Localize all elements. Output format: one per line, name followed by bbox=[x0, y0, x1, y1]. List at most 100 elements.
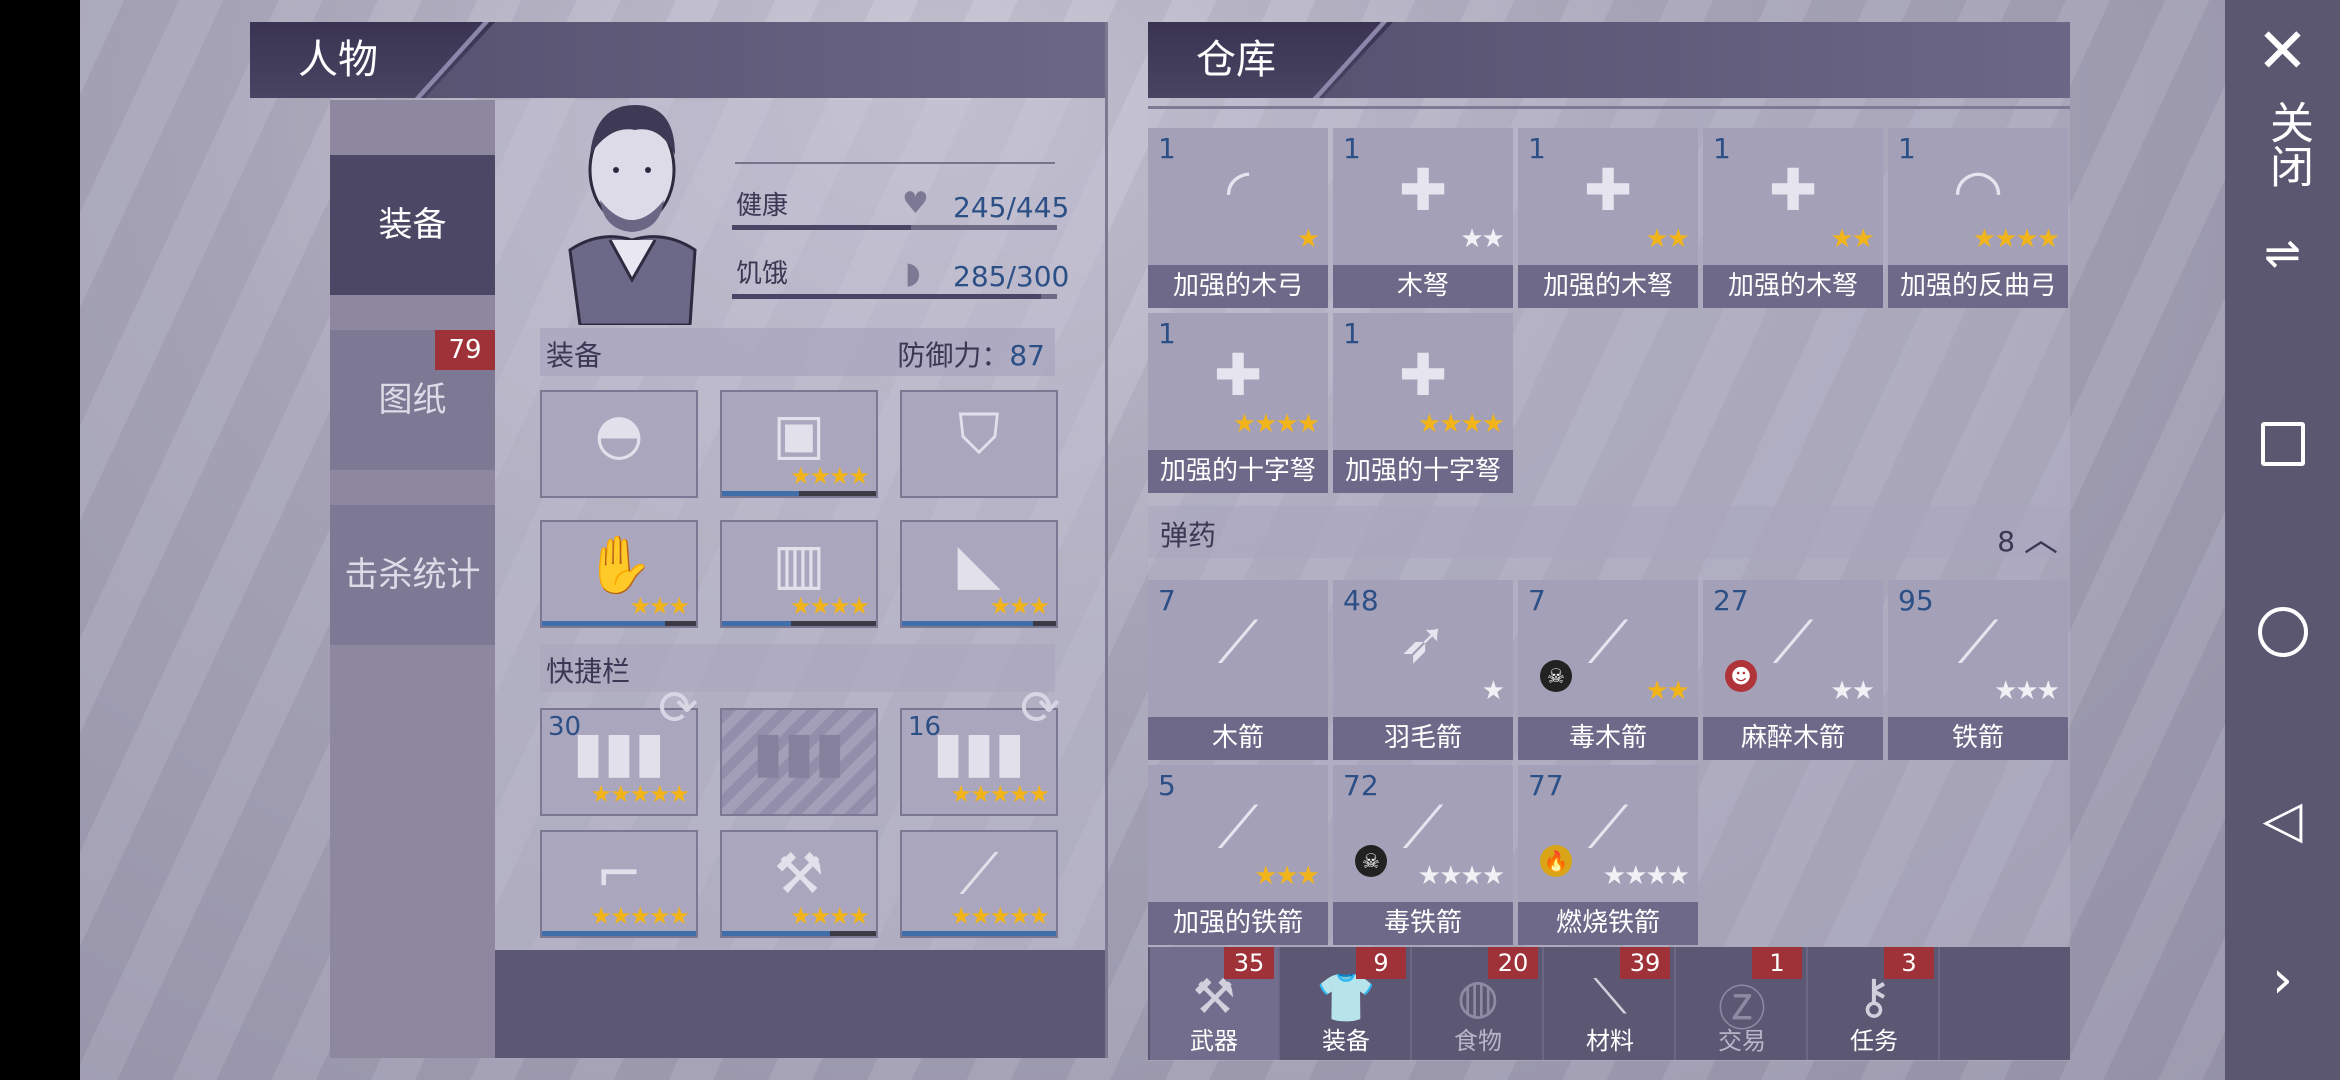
star-rating: ★ bbox=[1296, 224, 1320, 254]
health-label: 健康 bbox=[736, 191, 789, 221]
item-name: 麻醉木箭 bbox=[1703, 717, 1883, 760]
quickbar-slot[interactable]: ⚒ ★★★★ bbox=[720, 830, 878, 938]
crossbow-icon: ✚ bbox=[1768, 156, 1818, 224]
star-rating: ★★★ bbox=[1994, 676, 2060, 706]
character-title: 人物 bbox=[298, 37, 378, 83]
category-tab[interactable]: Ⓩ 1 交易 bbox=[1678, 947, 1808, 1060]
quickbar-section-bar: 快捷栏 bbox=[540, 644, 1055, 692]
equipment-slot[interactable]: ▣ ★★★★ bbox=[720, 390, 878, 498]
equipment-slot[interactable]: ◓ bbox=[540, 390, 698, 498]
ammo-count-toggle[interactable]: 8 ︿ bbox=[1997, 512, 2058, 561]
ammo-item[interactable]: 95 ⟋ ★★★ 铁箭 bbox=[1888, 580, 2068, 760]
shotgun-icon: ⟋ bbox=[959, 842, 999, 907]
chevron-right-icon[interactable]: › bbox=[2225, 950, 2340, 1010]
item-name: 木弩 bbox=[1333, 265, 1513, 308]
star-rating: ★★★★ bbox=[1232, 409, 1320, 439]
ammo-item[interactable]: 77 ⟋ 🔥 ★★★★ 燃烧铁箭 bbox=[1518, 765, 1698, 945]
swap-icon[interactable]: ⟳ bbox=[1020, 680, 1060, 736]
boots-icon: ◣ bbox=[957, 532, 1001, 597]
jacket-icon: ⛉ bbox=[958, 402, 1000, 467]
item-name: 加强的反曲弓 bbox=[1888, 265, 2068, 308]
effect-icon: ☠ bbox=[1540, 660, 1572, 692]
weapon-item[interactable]: 1 ✚ ★★★★ 加强的十字弩 bbox=[1148, 313, 1328, 493]
durability-bar bbox=[542, 931, 696, 936]
equipment-label: 装备 bbox=[546, 339, 603, 372]
home-icon[interactable] bbox=[2225, 607, 2340, 661]
defense-value: 87 bbox=[1009, 339, 1045, 372]
category-label: 交易 bbox=[1718, 1027, 1766, 1055]
weapon-item[interactable]: 1 ✚ ★★ 加强的木弩 bbox=[1518, 128, 1698, 308]
ammo-item[interactable]: 72 ⟋ ☠ ★★★★ 毒铁箭 bbox=[1333, 765, 1513, 945]
quickbar-slot[interactable]: ⟋ ★★★★★ bbox=[900, 830, 1058, 938]
close-icon[interactable]: ✕ bbox=[2225, 20, 2340, 82]
ammo-item[interactable]: 7 ⟋ 木箭 bbox=[1148, 580, 1328, 760]
weapon-item[interactable]: 1 ✚ ★★ 木弩 bbox=[1333, 128, 1513, 308]
character-footer bbox=[495, 950, 1105, 1058]
category-badge: 9 bbox=[1356, 947, 1406, 979]
system-nav-bar: ✕ 关闭 ⇌ ◁ › bbox=[2225, 0, 2340, 1080]
equipment-slot[interactable]: ⛉ bbox=[900, 390, 1058, 498]
category-tab[interactable]: ⚷ 3 任务 bbox=[1810, 947, 1940, 1060]
equipment-slot[interactable]: ◣ ★★★ bbox=[900, 520, 1058, 628]
item-name: 铁箭 bbox=[1888, 717, 2068, 760]
tab-blueprints[interactable]: 图纸 79 bbox=[330, 330, 495, 470]
ammo-item[interactable]: 7 ⟋ ☠ ★★ 毒木箭 bbox=[1518, 580, 1698, 760]
weapon-item[interactable]: 1 ◠ ★★★★ 加强的反曲弓 bbox=[1888, 128, 2068, 308]
recents-icon[interactable] bbox=[2225, 422, 2340, 470]
category-badge: 20 bbox=[1488, 947, 1538, 979]
tab-equipment[interactable]: 装备 bbox=[330, 155, 495, 295]
equipment-slot[interactable]: ✋ ★★★ bbox=[540, 520, 698, 628]
close-label[interactable]: 关闭 bbox=[2255, 100, 2319, 188]
tab-kill-stats-label: 击杀统计 bbox=[344, 555, 481, 595]
crossbow-icon: ✚ bbox=[1583, 156, 1633, 224]
category-tab[interactable]: ⟍ 39 材料 bbox=[1546, 947, 1676, 1060]
ammo-item[interactable]: 5 ⟋ ★★★ 加强的铁箭 bbox=[1148, 765, 1328, 945]
panel-divider bbox=[1105, 22, 1108, 1058]
star-rating: ★★★★★ bbox=[590, 902, 690, 930]
category-label: 食物 bbox=[1454, 1027, 1502, 1055]
item-name: 加强的十字弩 bbox=[1148, 450, 1328, 493]
category-label: 武器 bbox=[1190, 1027, 1238, 1055]
durability-bar bbox=[722, 931, 876, 936]
heart-icon: ♥ bbox=[902, 186, 929, 221]
crossbow-icon: ✚ bbox=[1213, 341, 1263, 409]
item-name: 毒木箭 bbox=[1518, 717, 1698, 760]
defense-readout: 防御力：87 bbox=[897, 334, 1045, 374]
weapon-item[interactable]: 1 ◜ ★ 加强的木弓 bbox=[1148, 128, 1328, 308]
star-rating: ★★★★ bbox=[789, 462, 870, 490]
ammo-item[interactable]: 48 ➶ ★ 羽毛箭 bbox=[1333, 580, 1513, 760]
gloves-icon: ✋ bbox=[584, 533, 654, 598]
category-tab[interactable]: 👕 9 装备 bbox=[1282, 947, 1412, 1060]
ammo-slot-empty-icon: ▮▮▮ bbox=[752, 720, 846, 785]
category-badge: 35 bbox=[1224, 947, 1274, 979]
weapon-item[interactable]: 1 ✚ ★★ 加强的木弩 bbox=[1703, 128, 1883, 308]
durability-bar bbox=[902, 931, 1056, 936]
equipment-slot[interactable]: ▥ ★★★★ bbox=[720, 520, 878, 628]
category-tab[interactable]: ◍ 20 食物 bbox=[1414, 947, 1544, 1060]
item-name: 燃烧铁箭 bbox=[1518, 902, 1698, 945]
ammo-item[interactable]: 27 ⟋ ☻ ★★ 麻醉木箭 bbox=[1703, 580, 1883, 760]
quickbar-slot[interactable]: ⌐ ★★★★★ bbox=[540, 830, 698, 938]
stats-top-line bbox=[735, 162, 1055, 164]
collapse-icon[interactable]: ⇌ bbox=[2225, 228, 2340, 279]
item-name: 木箭 bbox=[1148, 717, 1328, 760]
back-icon[interactable]: ◁ bbox=[2225, 790, 2340, 850]
axe-icon: ⚒ bbox=[773, 842, 825, 907]
hunger-label: 饥饿 bbox=[736, 259, 789, 289]
weapon-item[interactable]: 1 ✚ ★★★★ 加强的十字弩 bbox=[1333, 313, 1513, 493]
blueprints-badge: 79 bbox=[435, 330, 495, 370]
item-name: 毒铁箭 bbox=[1333, 902, 1513, 945]
star-rating: ★★★★★ bbox=[950, 902, 1050, 930]
item-name: 加强的铁箭 bbox=[1148, 902, 1328, 945]
star-rating: ★★★ bbox=[989, 592, 1050, 620]
tab-equipment-label: 装备 bbox=[378, 205, 447, 245]
swap-icon[interactable]: ⟳ bbox=[658, 680, 698, 736]
category-tab[interactable]: ⚒ 35 武器 bbox=[1150, 947, 1280, 1060]
quickbar-slot[interactable]: ▮▮▮ bbox=[720, 708, 878, 816]
durability-bar bbox=[542, 621, 696, 626]
bow-icon: ◜ bbox=[1226, 156, 1250, 224]
tab-kill-stats[interactable]: 击杀统计 bbox=[330, 505, 495, 645]
effect-icon: 🔥 bbox=[1540, 845, 1572, 877]
item-name: 羽毛箭 bbox=[1333, 717, 1513, 760]
ammo-section-bar[interactable]: 弹药 8 ︿ bbox=[1148, 506, 2070, 561]
